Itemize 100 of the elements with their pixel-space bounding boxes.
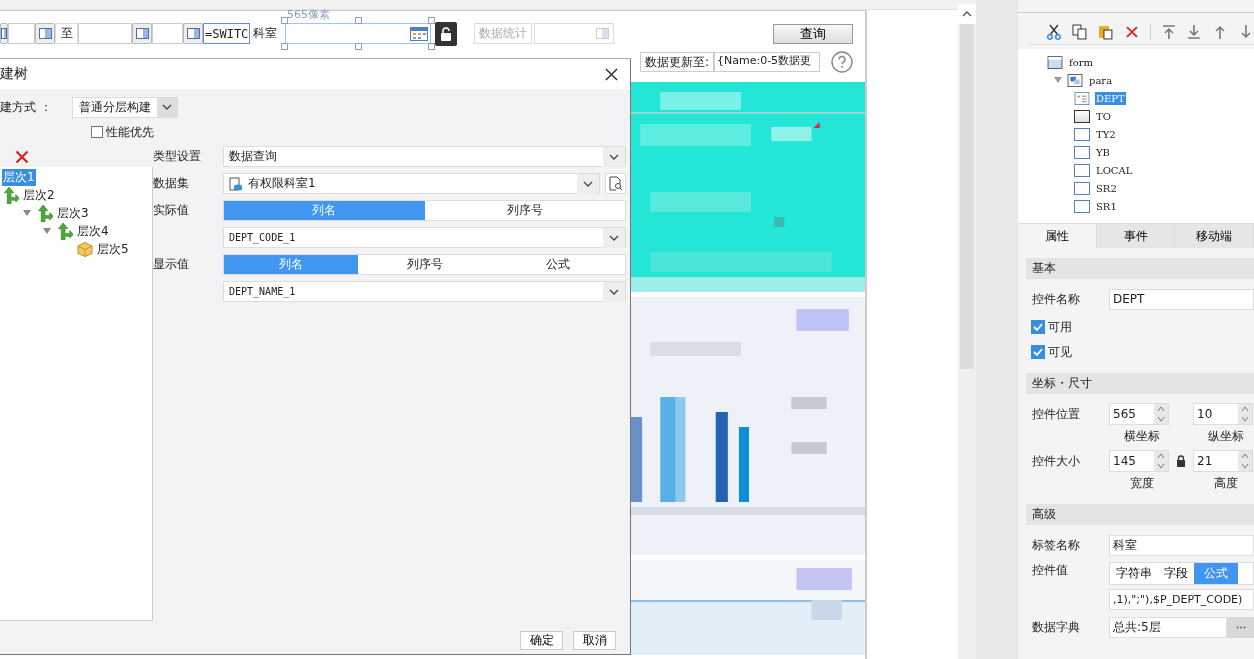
move-bottom-icon[interactable] bbox=[1186, 24, 1203, 40]
name-field[interactable]: DEPT bbox=[1109, 288, 1254, 310]
dropdown-button[interactable] bbox=[35, 23, 55, 44]
caret-icon bbox=[157, 97, 177, 117]
scrollbar-thumb[interactable] bbox=[960, 24, 974, 369]
field-label: 实际值 bbox=[153, 202, 190, 219]
field-label: 控件名称 bbox=[1032, 290, 1081, 308]
copy-icon[interactable] bbox=[1071, 24, 1088, 40]
tree-item[interactable]: 层次4 bbox=[76, 222, 110, 240]
branch-icon bbox=[37, 204, 53, 222]
formula-field[interactable]: =SWITC bbox=[203, 23, 250, 44]
caption: 高度 bbox=[1213, 475, 1239, 491]
ok-button[interactable]: 确定 bbox=[520, 631, 563, 650]
tab[interactable]: 移动端 bbox=[1175, 224, 1254, 248]
dictionary-field[interactable]: 总共:5层 bbox=[1109, 616, 1227, 638]
dropdown-button[interactable] bbox=[183, 23, 203, 44]
box-icon bbox=[77, 240, 93, 258]
type-select[interactable]: 数据查询 bbox=[223, 146, 626, 167]
checkbox[interactable] bbox=[91, 126, 103, 138]
field-label: 控件值 bbox=[1032, 562, 1069, 579]
help-icon[interactable] bbox=[831, 51, 853, 73]
caption: 宽度 bbox=[1129, 475, 1155, 491]
cancel-button[interactable]: 取消 bbox=[573, 631, 616, 650]
expand-arrow-icon[interactable] bbox=[23, 210, 31, 216]
text-field[interactable]: {Name:0-5数据更 bbox=[714, 52, 820, 72]
tree-item[interactable]: 层次5 bbox=[96, 240, 130, 258]
resize-handle[interactable] bbox=[355, 17, 362, 24]
branch-icon bbox=[3, 186, 19, 204]
resize-handle[interactable] bbox=[428, 43, 435, 50]
date-field[interactable] bbox=[285, 23, 431, 44]
number-spinner[interactable]: 10 bbox=[1193, 403, 1253, 425]
caret-icon bbox=[603, 228, 625, 248]
field-label: 类型设置 bbox=[153, 148, 202, 165]
section-header[interactable]: 高级 bbox=[1026, 504, 1254, 525]
caret-icon bbox=[603, 147, 625, 167]
query-button[interactable]: 查询 bbox=[773, 23, 853, 44]
section-header[interactable]: 坐标・尺寸 bbox=[1026, 373, 1254, 394]
more-icon bbox=[1235, 625, 1246, 629]
close-icon[interactable] bbox=[605, 67, 618, 81]
tree-item[interactable]: TY2 bbox=[1095, 127, 1117, 141]
tree-item[interactable]: LOCAL bbox=[1095, 163, 1134, 177]
preview-button[interactable] bbox=[605, 173, 626, 194]
checkbox[interactable] bbox=[1031, 320, 1045, 334]
resize-handle[interactable] bbox=[355, 43, 362, 50]
field-label: 建方式 ： bbox=[0, 98, 53, 116]
tree-item[interactable]: SR1 bbox=[1095, 199, 1118, 213]
cut-icon[interactable] bbox=[1046, 24, 1062, 40]
checkbox-label: 性能优先 bbox=[106, 123, 154, 141]
tree-item[interactable]: 层次2 bbox=[22, 186, 56, 204]
caption: 横坐标 bbox=[1123, 428, 1161, 444]
tree-item[interactable]: SR2 bbox=[1095, 181, 1118, 195]
checkbox[interactable] bbox=[1031, 345, 1045, 359]
expand-arrow-icon[interactable] bbox=[1054, 77, 1062, 83]
scrollbar[interactable] bbox=[958, 0, 976, 659]
checkbox-label: 可见 bbox=[1048, 343, 1072, 361]
form-icon bbox=[1047, 55, 1063, 69]
expand-arrow-icon[interactable] bbox=[43, 228, 51, 234]
column-select[interactable]: DEPT_CODE_1 bbox=[223, 227, 626, 248]
delete-icon[interactable] bbox=[15, 149, 29, 164]
text-box-icon bbox=[1074, 145, 1090, 159]
resize-handle[interactable] bbox=[281, 17, 288, 24]
input-field[interactable] bbox=[152, 23, 183, 44]
resize-handle[interactable] bbox=[281, 43, 288, 50]
lock-button[interactable] bbox=[435, 21, 457, 46]
text-box-icon bbox=[1074, 127, 1090, 141]
section-header[interactable]: 基本 bbox=[1026, 258, 1254, 279]
resize-handle[interactable] bbox=[428, 17, 435, 24]
dataset-select[interactable]: 有权限科室1 bbox=[223, 173, 600, 194]
field-label: 标签名称 bbox=[1032, 536, 1081, 554]
calendar-icon bbox=[1074, 91, 1090, 105]
tree-item[interactable]: TO bbox=[1095, 109, 1112, 123]
padlock-icon[interactable] bbox=[1176, 455, 1186, 467]
label-field[interactable]: 科室 bbox=[1109, 534, 1254, 556]
build-mode-select[interactable]: 普通分层构建 bbox=[72, 96, 178, 118]
text-box-icon bbox=[1074, 181, 1090, 195]
number-spinner[interactable]: 21 bbox=[1193, 450, 1253, 472]
tab[interactable]: 事件 bbox=[1096, 224, 1176, 248]
move-top-icon[interactable] bbox=[1160, 24, 1177, 40]
padlock-icon bbox=[440, 26, 452, 41]
calendar-icon[interactable] bbox=[410, 26, 428, 41]
tree-item[interactable]: YB bbox=[1095, 145, 1111, 159]
scroll-up-icon[interactable] bbox=[958, 4, 976, 24]
tree-item[interactable]: para bbox=[1088, 73, 1114, 87]
number-spinner[interactable]: 145 bbox=[1109, 450, 1169, 472]
number-spinner[interactable]: 565 bbox=[1109, 403, 1169, 425]
tree-item[interactable]: 层次3 bbox=[56, 204, 90, 222]
tree-item[interactable]: form bbox=[1068, 55, 1094, 69]
size-hint: 565像素 bbox=[287, 7, 330, 22]
formula-field[interactable]: ,1),";"),$P_DEPT_CODE) bbox=[1109, 589, 1254, 610]
field-label: 显示值 bbox=[153, 256, 190, 273]
caption: 纵坐标 bbox=[1207, 428, 1245, 444]
column-select[interactable]: DEPT_NAME_1 bbox=[223, 281, 626, 302]
paste-icon[interactable] bbox=[1097, 24, 1114, 40]
checkbox-label: 可用 bbox=[1048, 318, 1072, 336]
input-field[interactable] bbox=[8, 23, 35, 44]
field-label: 控件位置 bbox=[1032, 405, 1081, 423]
field-label: 控件大小 bbox=[1032, 452, 1081, 470]
panel-icon bbox=[1067, 73, 1083, 87]
input-field[interactable] bbox=[78, 23, 132, 44]
dropdown-button[interactable] bbox=[132, 23, 152, 44]
